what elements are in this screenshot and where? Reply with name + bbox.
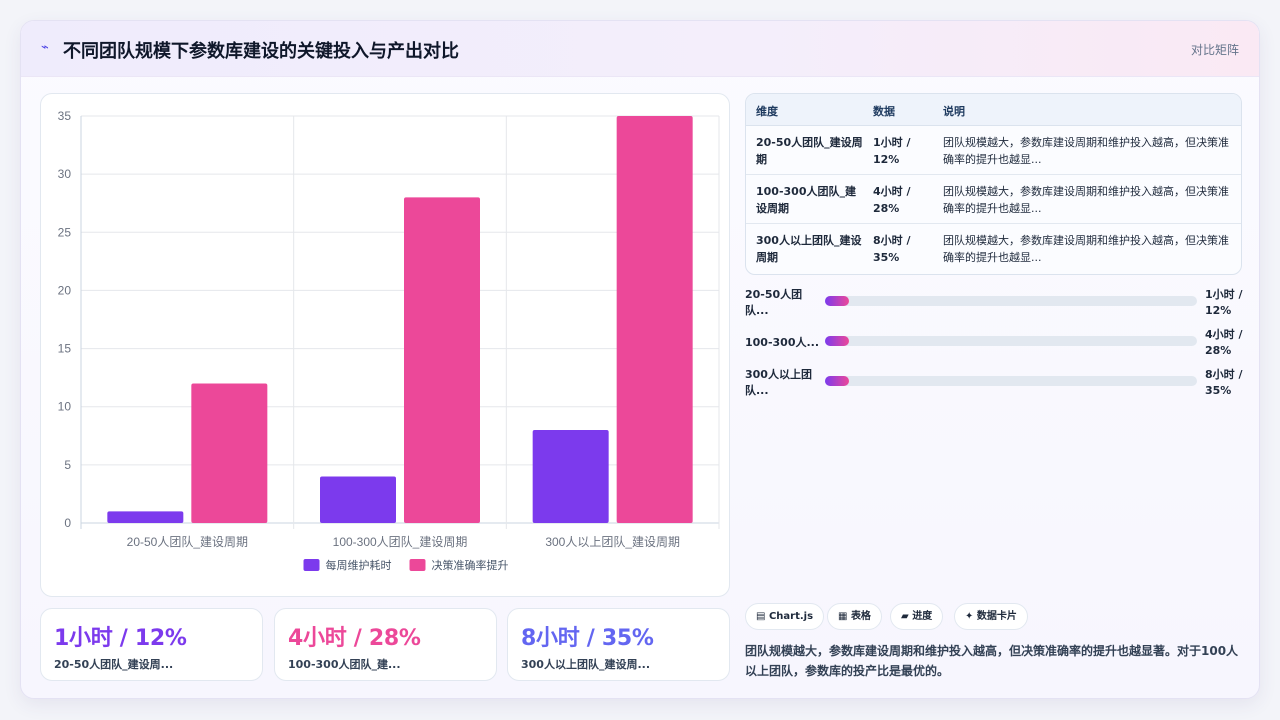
progress-row: 300人以上团队... 8小时 / 35% bbox=[745, 367, 1243, 397]
progress-fill bbox=[825, 376, 850, 386]
y-tick-label: 30 bbox=[58, 167, 72, 181]
chip-label: Chart.js bbox=[768, 611, 814, 622]
progress-track bbox=[825, 336, 1197, 346]
progress-track bbox=[825, 296, 1197, 306]
progress-label: 100-300人... bbox=[745, 336, 820, 349]
chart-icon: ▤ bbox=[756, 611, 766, 622]
kpi-label: 20-50人团队_建设周... bbox=[54, 658, 174, 671]
kpi-card-small-team: 1小时 / 12% 20-50人团队_建设周... bbox=[40, 608, 263, 681]
cell-dimension: 300人以上团队_建设周期 bbox=[756, 234, 862, 264]
column-header-dimension: 维度 bbox=[756, 105, 778, 118]
kpi-card-large-team: 8小时 / 35% 300人以上团队_建设周... bbox=[507, 608, 730, 681]
x-tick-label: 300人以上团队_建设周期 bbox=[545, 534, 680, 549]
progress-value: 4小时 / 28% bbox=[1205, 328, 1243, 357]
progress-icon: ▰ bbox=[901, 611, 909, 622]
header-bar: ⌁ 不同团队规模下参数库建设的关键投入与产出对比 对比矩阵 bbox=[21, 21, 1259, 77]
trend-arrow-icon: ⌁ bbox=[41, 40, 49, 55]
page-title: 不同团队规模下参数库建设的关键投入与产出对比 bbox=[63, 41, 459, 62]
progress-value: 1小时 / 12% bbox=[1205, 288, 1243, 317]
y-tick-label: 25 bbox=[58, 225, 72, 239]
bar-accuracy bbox=[191, 383, 268, 523]
kpi-value: 1小时 / 12% bbox=[54, 626, 187, 651]
bar-maintenance bbox=[532, 429, 609, 523]
y-tick-label: 0 bbox=[64, 516, 71, 530]
chip-chartjs[interactable]: ▤ Chart.js bbox=[745, 603, 825, 630]
kpi-card-medium-team: 4小时 / 28% 100-300人团队_建... bbox=[274, 608, 497, 681]
dashboard-card: ⌁ 不同团队规模下参数库建设的关键投入与产出对比 对比矩阵 0 5 10 15 20 25… bbox=[20, 20, 1260, 699]
bar-chart: 0 5 10 15 20 25 30 35 20-50人团队_建设周期 100-300人团队_建设… bbox=[58, 109, 720, 572]
progress-label: 300人以上团队... bbox=[745, 368, 812, 397]
cell-data: 8小时 / 35% bbox=[873, 234, 911, 264]
bar-accuracy bbox=[404, 197, 480, 523]
progress-row: 100-300人... 4小时 / 28% bbox=[745, 327, 1243, 357]
column-header-description: 说明 bbox=[943, 105, 965, 118]
x-tick-label: 20-50人团队_建设周期 bbox=[127, 534, 248, 549]
y-tick-label: 5 bbox=[64, 458, 71, 472]
summary-text: 团队规模越大，参数库建设周期和维护投入越高，但决策准确率的提升也越显著。对于10… bbox=[745, 644, 1239, 678]
bar-maintenance bbox=[107, 511, 184, 523]
chip-data-card[interactable]: ✦ 数据卡片 bbox=[954, 603, 1028, 630]
kpi-label: 300人以上团队_建设周... bbox=[521, 658, 650, 671]
bar-accuracy bbox=[616, 116, 693, 523]
legend-label: 决策准确率提升 bbox=[432, 558, 509, 572]
kpi-value: 4小时 / 28% bbox=[288, 626, 421, 651]
y-tick-label: 20 bbox=[58, 283, 72, 297]
column-header-data: 数据 bbox=[873, 105, 895, 118]
legend-label: 每周维护耗时 bbox=[326, 558, 392, 572]
kpi-label: 100-300人团队_建... bbox=[288, 658, 401, 671]
cell-dimension: 100-300人团队_建设周期 bbox=[756, 185, 856, 215]
cell-description: 团队规模越大，参数库建设周期和维护投入越高，但决策准确率的提升也越显... bbox=[943, 136, 1229, 166]
header-tag: 对比矩阵 bbox=[1190, 43, 1239, 57]
kpi-value: 8小时 / 35% bbox=[521, 626, 654, 651]
chip-table[interactable]: ▦ 表格 bbox=[827, 603, 882, 630]
cell-description: 团队规模越大，参数库建设周期和维护投入越高，但决策准确率的提升也越显... bbox=[943, 185, 1229, 215]
y-tick-label: 15 bbox=[58, 342, 72, 356]
sparkle-icon: ✦ bbox=[965, 611, 974, 622]
x-tick-label: 100-300人团队_建设周期 bbox=[333, 534, 468, 549]
legend-swatch bbox=[303, 559, 320, 571]
legend-swatch bbox=[409, 559, 426, 571]
data-table: 维度 数据 说明 20-50人团队_建设周期 1小时 / 12% 团队规模越大，… bbox=[745, 93, 1242, 275]
cell-description: 团队规模越大，参数库建设周期和维护投入越高，但决策准确率的提升也越显... bbox=[943, 234, 1229, 264]
table-row: 300人以上团队_建设周期 8小时 / 35% 团队规模越大，参数库建设周期和维… bbox=[746, 224, 1241, 273]
progress-row: 20-50人团队... 1小时 / 12% bbox=[745, 287, 1243, 317]
y-tick-label: 35 bbox=[58, 109, 72, 123]
bar-maintenance bbox=[320, 476, 396, 523]
chip-progress[interactable]: ▰ 进度 bbox=[890, 603, 944, 630]
cell-data: 4小时 / 28% bbox=[873, 185, 911, 215]
table-row: 100-300人团队_建设周期 4小时 / 28% 团队规模越大，参数库建设周期… bbox=[746, 175, 1241, 224]
bar-chart-panel: 0 5 10 15 20 25 30 35 20-50人团队_建设周期 100-300人团队_建设… bbox=[40, 93, 730, 597]
table-icon: ▦ bbox=[838, 611, 848, 622]
table-header: 维度 数据 说明 bbox=[746, 94, 1241, 126]
y-tick-label: 10 bbox=[58, 400, 72, 414]
progress-fill bbox=[825, 296, 850, 306]
progress-value: 8小时 / 35% bbox=[1205, 368, 1243, 397]
progress-label: 20-50人团队... bbox=[745, 288, 803, 317]
chip-label: 数据卡片 bbox=[976, 611, 1017, 622]
cell-data: 1小时 / 12% bbox=[873, 136, 911, 166]
chip-label: 表格 bbox=[850, 611, 871, 622]
cell-dimension: 20-50人团队_建设周期 bbox=[756, 136, 863, 166]
chip-label: 进度 bbox=[912, 611, 933, 622]
progress-fill bbox=[825, 336, 850, 346]
table-row: 20-50人团队_建设周期 1小时 / 12% 团队规模越大，参数库建设周期和维… bbox=[746, 126, 1241, 175]
progress-track bbox=[825, 376, 1197, 386]
